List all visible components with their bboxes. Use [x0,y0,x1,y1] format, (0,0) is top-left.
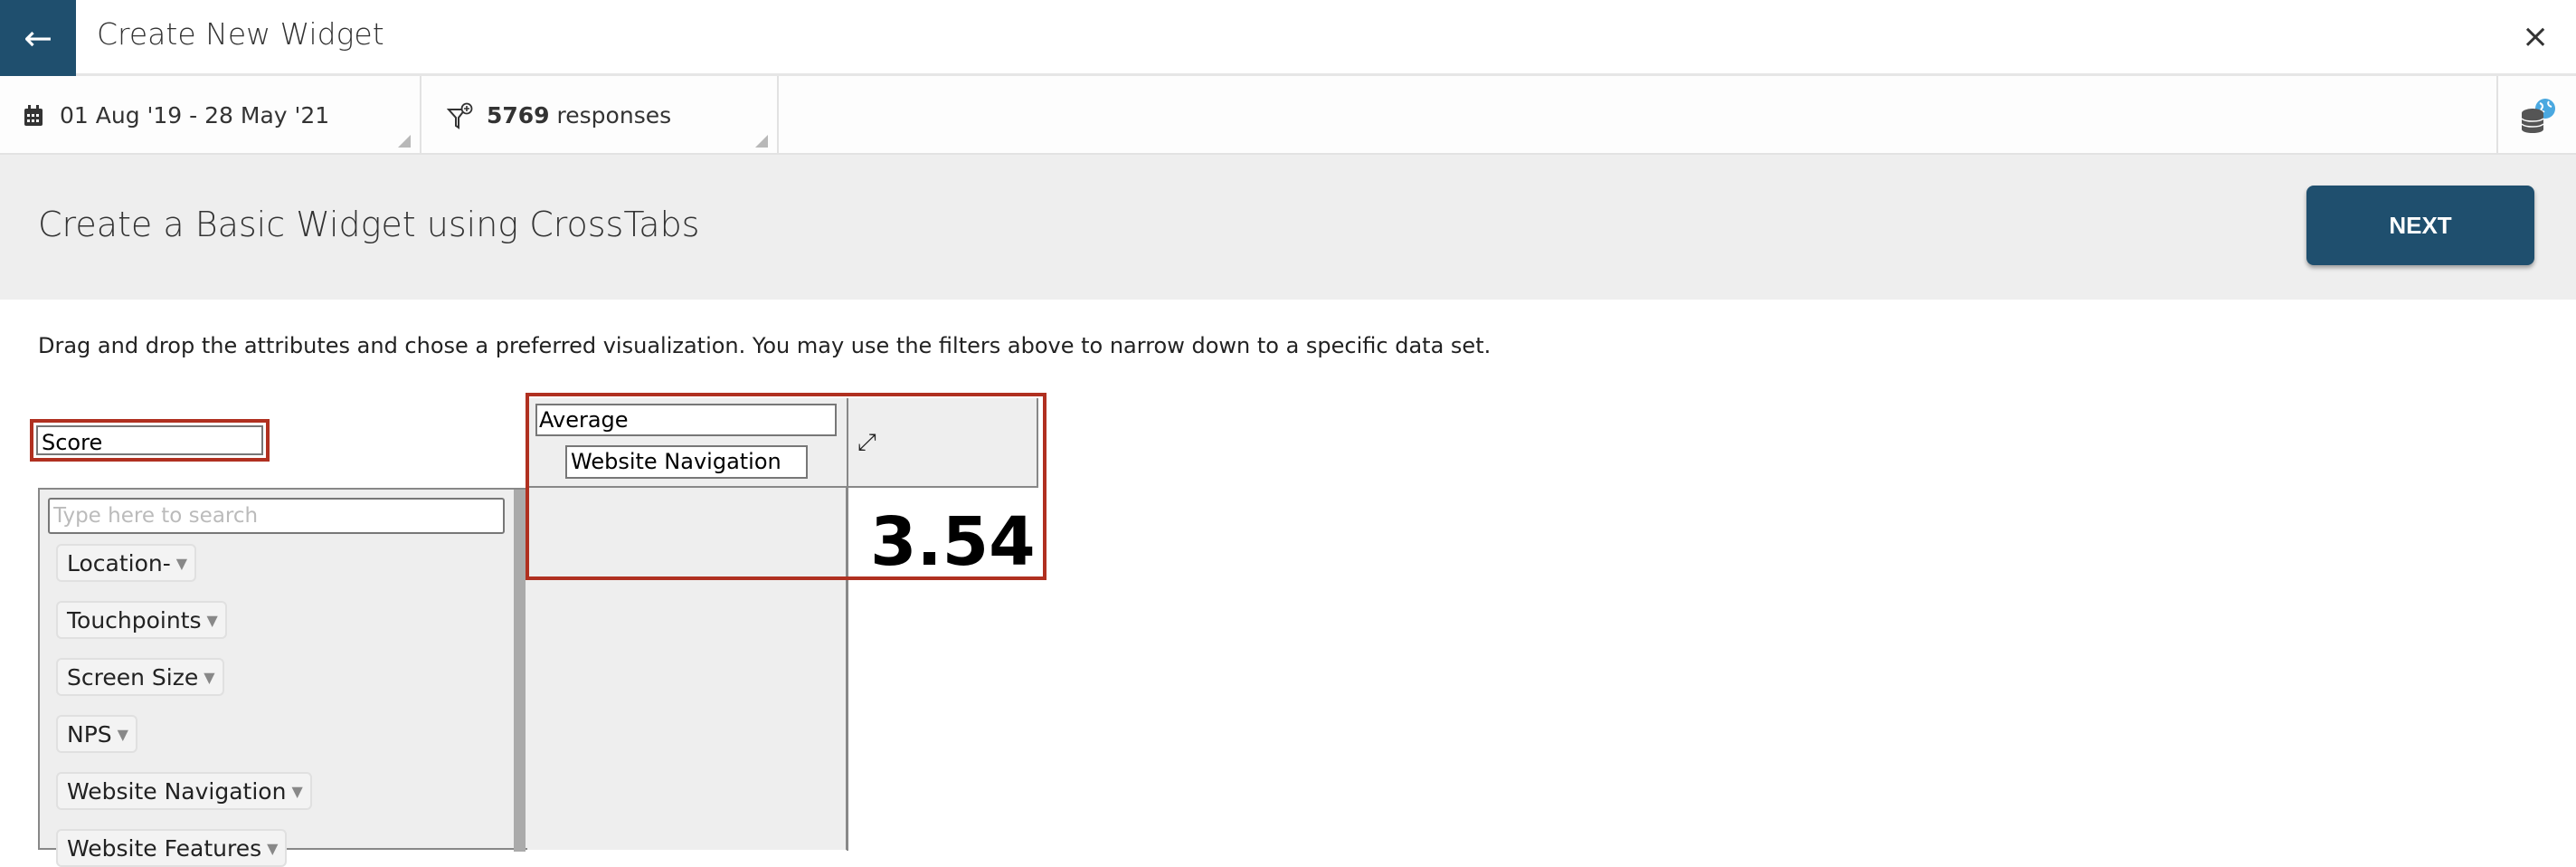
crosstab-highlight [526,393,1046,580]
header-bar: ← Create New Widget × [0,0,2576,76]
date-range-filter[interactable]: 01 Aug '19 - 28 May '21 [0,76,421,155]
responses-filter[interactable]: 5769 responses [421,76,779,155]
chip-label: Touchpoints [67,606,202,634]
response-count: 5769 [487,102,550,129]
caret-down-icon: ▼ [267,839,279,857]
next-button[interactable]: NEXT [2306,186,2534,265]
chip-label: Website Features [67,834,262,862]
attribute-chip[interactable]: Website Features ▼ [56,829,288,867]
score-field[interactable]: Score [36,425,263,455]
datasource-button[interactable] [2496,76,2576,155]
attribute-search-input[interactable] [48,498,505,534]
attribute-chip[interactable]: Touchpoints ▼ [56,601,227,639]
caret-down-icon: ▼ [291,782,303,800]
response-label: responses [556,102,672,129]
attribute-chip[interactable]: NPS ▼ [56,715,137,753]
attribute-chip[interactable]: Screen Size ▼ [56,658,224,696]
attribute-chip[interactable]: Website Navigation ▼ [56,772,312,810]
chip-label: Website Navigation [67,777,287,805]
calendar-icon [24,104,43,126]
resize-corner [755,135,768,148]
chip-label: NPS [67,720,112,748]
chip-label: Screen Size [67,663,199,691]
back-button[interactable]: ← [0,0,76,76]
caret-down-icon: ▼ [206,611,218,629]
arrow-left-icon: ← [24,18,52,58]
page-title: Create New Widget [97,16,384,52]
instructions-text: Drag and drop the attributes and chose a… [38,333,1492,358]
close-button[interactable]: × [2522,18,2549,55]
section-title: Create a Basic Widget using CrossTabs [38,205,700,244]
caret-down-icon: ▼ [175,554,188,572]
database-globe-icon [2521,98,2555,133]
attributes-scrollbar[interactable] [514,490,526,852]
caret-down-icon: ▼ [117,725,128,743]
filter-bar: 01 Aug '19 - 28 May '21 5769 responses [0,76,2576,155]
resize-corner [398,135,411,148]
date-range-value: 01 Aug '19 - 28 May '21 [60,102,330,129]
close-icon: × [2522,18,2550,55]
score-drop-zone[interactable]: Score [30,419,270,462]
filter-plus-icon [447,102,473,129]
caret-down-icon: ▼ [204,668,215,686]
chip-label: Location- [67,549,171,576]
attribute-chip[interactable]: Location- ▼ [56,544,197,582]
